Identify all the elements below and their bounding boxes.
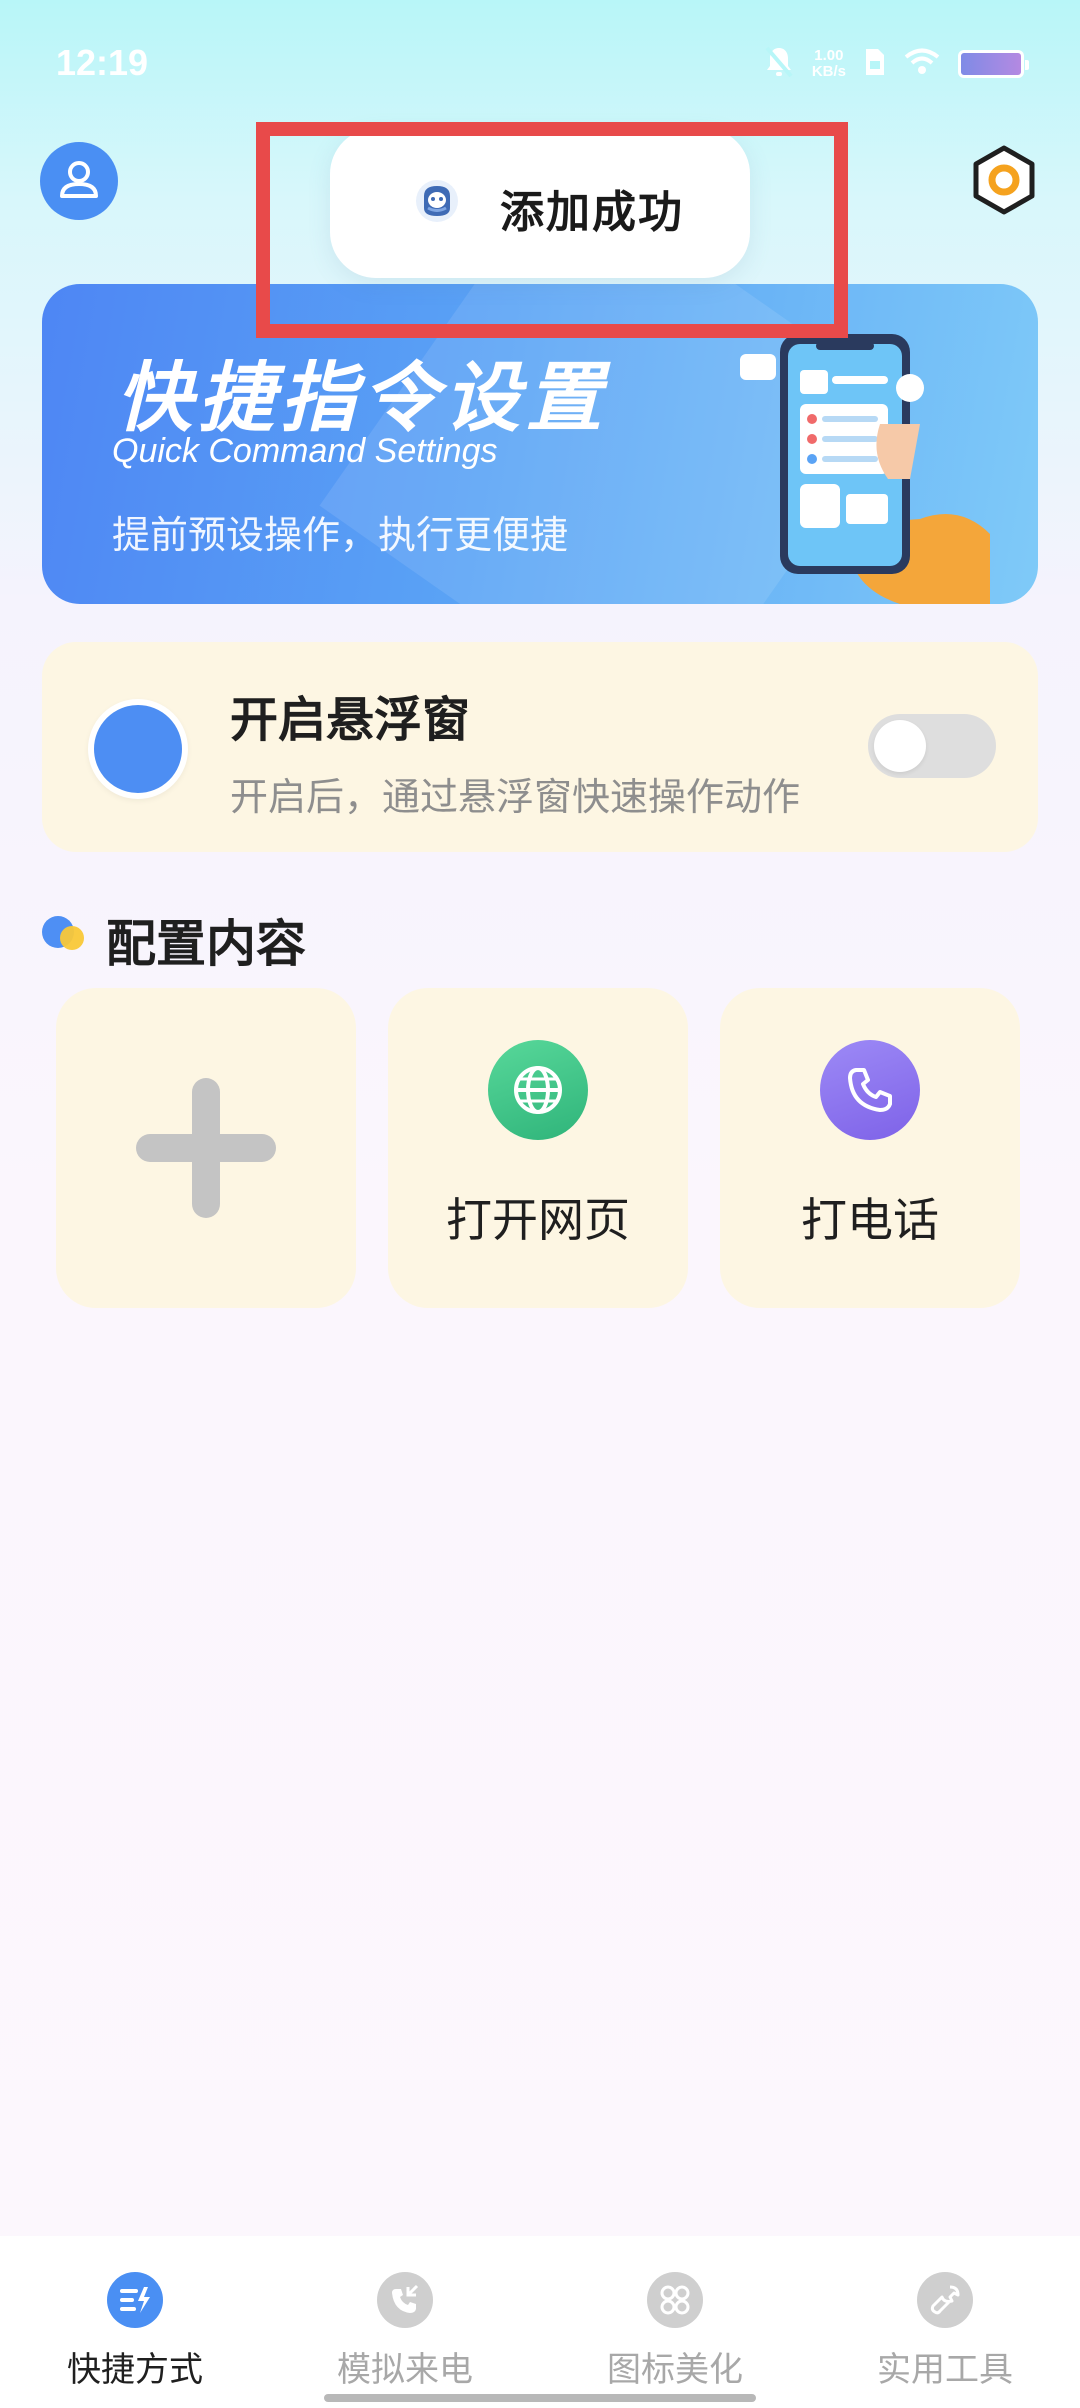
grid-icon bbox=[647, 2272, 703, 2328]
highlight-box bbox=[256, 122, 848, 338]
battery-icon bbox=[958, 50, 1029, 78]
home-indicator[interactable] bbox=[324, 2394, 756, 2402]
nav-label-fake-call: 模拟来电 bbox=[337, 2350, 473, 2390]
net-speed: 1.00 KB/s bbox=[812, 48, 846, 80]
profile-button[interactable] bbox=[40, 142, 118, 220]
status-time: 12:19 bbox=[56, 42, 149, 83]
floating-window-card: 开启悬浮窗 开启后，通过悬浮窗快速操作动作 bbox=[42, 642, 1038, 852]
sim-icon bbox=[864, 47, 886, 81]
banner-subtitle-cn: 提前预设操作，执行更便捷 bbox=[112, 513, 569, 557]
phone-call-tile[interactable]: 打电话 bbox=[720, 988, 1020, 1308]
toggle-knob bbox=[874, 720, 926, 772]
banner-title: 快捷指令设置 bbox=[116, 353, 608, 442]
net-speed-unit: KB/s bbox=[811, 63, 846, 80]
open-webpage-tile[interactable]: 打开网页 bbox=[388, 988, 688, 1308]
nav-item-tools[interactable]: 实用工具 bbox=[810, 2272, 1080, 2391]
open-webpage-label: 打开网页 bbox=[446, 1193, 630, 1247]
shortcut-icon bbox=[107, 2272, 163, 2328]
nav-item-fake-call[interactable]: 模拟来电 bbox=[270, 2272, 540, 2391]
mute-icon bbox=[764, 45, 794, 83]
hexagon-settings-icon bbox=[968, 144, 1040, 220]
status-bar: 12:19 1.00 KB/s bbox=[0, 0, 1080, 120]
wrench-icon bbox=[917, 2272, 973, 2328]
config-section-title: 配置内容 bbox=[106, 915, 306, 973]
nav-label-tools: 实用工具 bbox=[877, 2350, 1013, 2390]
add-config-button[interactable] bbox=[56, 988, 356, 1308]
floating-window-title: 开启悬浮窗 bbox=[230, 692, 471, 748]
user-icon bbox=[57, 157, 101, 205]
settings-button[interactable] bbox=[968, 144, 1040, 220]
section-dots-icon bbox=[42, 916, 90, 952]
nav-label-shortcuts: 快捷方式 bbox=[67, 2350, 203, 2390]
incoming-call-icon bbox=[377, 2272, 433, 2328]
phone-call-label: 打电话 bbox=[801, 1193, 939, 1247]
nav-item-shortcuts[interactable]: 快捷方式 bbox=[0, 2272, 270, 2391]
bottom-navigation: 快捷方式 模拟来电 图标美化 实用工具 bbox=[0, 2236, 1080, 2408]
status-icons: 1.00 KB/s bbox=[764, 44, 1029, 84]
wifi-icon bbox=[904, 48, 940, 80]
nav-item-icon-beautify[interactable]: 图标美化 bbox=[540, 2272, 810, 2391]
globe-icon bbox=[488, 1040, 588, 1140]
phone-illustration bbox=[720, 304, 990, 604]
phone-icon bbox=[820, 1040, 920, 1140]
nav-label-icon-beautify: 图标美化 bbox=[607, 2350, 743, 2390]
banner-subtitle-en: Quick Command Settings bbox=[112, 432, 498, 470]
floating-window-toggle[interactable] bbox=[868, 714, 996, 778]
floating-window-description: 开启后，通过悬浮窗快速操作动作 bbox=[230, 775, 801, 819]
net-speed-value: 1.00 bbox=[814, 47, 844, 64]
floating-ball-icon bbox=[88, 699, 188, 799]
